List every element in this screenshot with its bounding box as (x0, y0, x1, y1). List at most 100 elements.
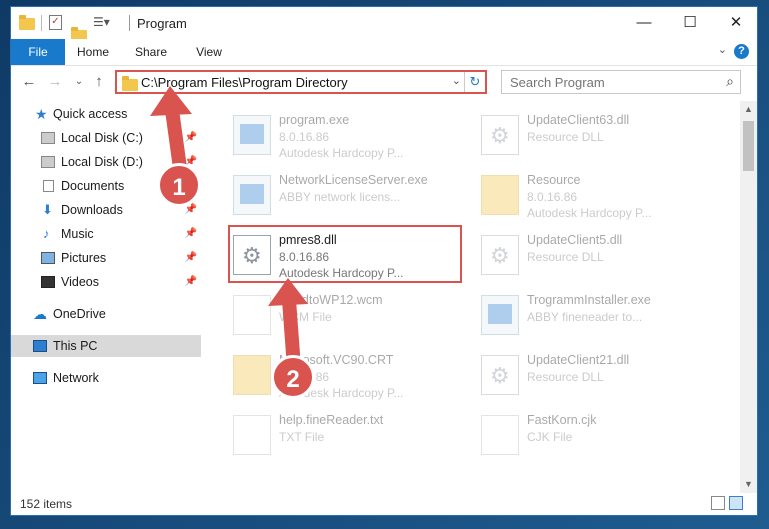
scroll-down-icon[interactable]: ▼ (740, 476, 757, 493)
file-item[interactable]: program.exe 8.0.16.86 Autodesk Hardcopy … (227, 109, 467, 165)
navigation-bar: ← → ⌄ ↑ C:\Program Files\Program Directo… (11, 66, 757, 100)
status-bar: 152 items (11, 493, 757, 515)
up-icon[interactable]: ↑ (89, 72, 109, 92)
file-detail: Resource DLL (527, 250, 604, 264)
scrollbar-thumb[interactable] (743, 121, 754, 171)
this-pc-icon (33, 340, 47, 352)
file-name: Resource (527, 173, 581, 187)
exe-icon (233, 115, 271, 155)
sidebar-item-label: Network (53, 371, 99, 385)
sidebar-item-network[interactable]: Network (11, 367, 201, 389)
address-bar[interactable]: C:\Program Files\Program Directory ⌄ ↻ (115, 70, 487, 94)
sidebar-item-pictures[interactable]: Pictures 📌 (11, 247, 201, 269)
step-badge-1: 1 (157, 163, 201, 207)
music-icon: ♪ (43, 226, 50, 241)
sidebar-item-videos[interactable]: Videos 📌 (11, 271, 201, 293)
pin-icon: 📌 (184, 252, 197, 263)
exe-icon (481, 295, 519, 335)
sidebar-item-label: Music (61, 227, 94, 241)
scroll-up-icon[interactable]: ▲ (740, 101, 757, 118)
file-detail: ABBY network licens... (279, 190, 401, 204)
file-highlight-box (228, 225, 462, 283)
sidebar-item-local-disk-c[interactable]: Local Disk (C:) 📌 (11, 127, 201, 149)
file-detail: 8.0.16.86 (279, 130, 330, 144)
pin-icon: 📌 (184, 228, 197, 239)
forward-icon[interactable]: → (45, 72, 65, 92)
ribbon: File Home Share View ⌄ ? (11, 39, 757, 66)
sidebar-item-label: This PC (53, 339, 98, 353)
tab-view[interactable]: View (189, 39, 229, 65)
recent-locations-icon[interactable]: ⌄ (69, 72, 89, 92)
star-icon: ★ (35, 106, 48, 122)
exe-icon (233, 175, 271, 215)
tiles-view-icon[interactable] (729, 496, 743, 510)
file-name: help.fineReader.txt (279, 413, 384, 427)
file-item[interactable]: FastKorn.cjk CJK File (475, 409, 715, 465)
file-item[interactable]: UpdateClient63.dll Resource DLL (475, 109, 715, 165)
folder-icon (122, 76, 138, 91)
chevron-down-icon[interactable]: ⌄ (452, 74, 461, 87)
file-item[interactable]: UpdateClient21.dll Resource DLL (475, 349, 715, 405)
file-item[interactable]: ReadtoWP12.wcm WCM File (227, 289, 467, 345)
sidebar-item-label: Local Disk (C:) (61, 131, 143, 145)
file-item[interactable]: Resource 8.0.16.86 Autodesk Hardcopy P..… (475, 169, 715, 225)
maximize-button[interactable]: ☐ (667, 7, 713, 39)
customize-quick-access-icon[interactable]: ☰▾ (93, 15, 110, 29)
sidebar-item-music[interactable]: ♪ Music 📌 (11, 223, 201, 245)
file-name: ReadtoWP12.wcm (279, 293, 383, 307)
sidebar-item-this-pc[interactable]: This PC (11, 335, 201, 357)
title-bar: ✓ ☰▾ Program — ☐ ✕ (11, 7, 757, 42)
file-name: UpdateClient21.dll (527, 353, 630, 367)
document-icon (233, 295, 271, 335)
help-icon[interactable]: ? (734, 44, 749, 59)
sidebar-item-label: Local Disk (D:) (61, 155, 143, 169)
dll-icon (481, 115, 519, 155)
file-name: NetworkLicenseServer.exe (279, 173, 428, 187)
navigation-pane: ★ Quick access Local Disk (C:) 📌 Local D… (11, 101, 201, 493)
window-title: Program (137, 16, 187, 31)
close-button[interactable]: ✕ (713, 7, 757, 39)
file-detail: Autodesk Hardcopy P... (279, 146, 404, 160)
vertical-scrollbar[interactable]: ▲ ▼ (740, 101, 757, 493)
back-icon[interactable]: ← (19, 72, 39, 92)
expand-ribbon-icon[interactable]: ⌄ (718, 43, 727, 56)
file-detail: CJK File (527, 430, 573, 444)
disk-icon (41, 156, 55, 168)
file-name: UpdateClient63.dll (527, 113, 630, 127)
sidebar-item-quick-access[interactable]: ★ Quick access (11, 103, 201, 125)
search-input[interactable] (508, 74, 712, 91)
refresh-icon[interactable]: ↻ (464, 72, 485, 92)
file-detail: ABBY fineneader to... (527, 310, 643, 324)
document-icon (481, 415, 519, 455)
download-icon: ⬇ (42, 202, 53, 217)
file-detail: Autodesk Hardcopy P... (527, 206, 652, 220)
videos-icon (41, 276, 55, 288)
tab-share[interactable]: Share (131, 39, 171, 65)
tab-home[interactable]: Home (73, 39, 113, 65)
file-item[interactable]: TrogrammInstaller.exe ABBY fineneader to… (475, 289, 715, 345)
folder-icon (481, 175, 519, 215)
disk-icon (41, 132, 55, 144)
file-detail: Resource DLL (527, 370, 604, 384)
file-list: program.exe 8.0.16.86 Autodesk Hardcopy … (223, 101, 740, 493)
file-item[interactable]: NetworkLicenseServer.exe ABBY network li… (227, 169, 467, 225)
dll-icon (481, 355, 519, 395)
file-item[interactable]: UpdateClient5.dll Resource DLL (475, 229, 715, 285)
minimize-button[interactable]: — (621, 7, 667, 39)
sidebar-item-label: Quick access (53, 107, 128, 121)
details-view-icon[interactable] (711, 496, 725, 510)
file-item[interactable]: help.fineReader.txt TXT File (227, 409, 467, 465)
step-badge-2: 2 (271, 355, 315, 399)
documents-icon (43, 180, 54, 192)
search-icon: ⌕ (726, 73, 734, 89)
divider (41, 15, 42, 31)
sidebar-item-label: OneDrive (53, 307, 106, 321)
network-icon (33, 372, 47, 384)
file-name: TrogrammInstaller.exe (527, 293, 651, 307)
search-box[interactable]: ⌕ (501, 70, 741, 94)
file-item[interactable]: Microsoft.VC90.CRT 8.0.16.86 Autodesk Ha… (227, 349, 467, 405)
tab-file[interactable]: File (11, 39, 65, 65)
sidebar-item-onedrive[interactable]: ☁ OneDrive (11, 303, 201, 325)
file-detail: WCM File (279, 310, 332, 324)
properties-icon[interactable]: ✓ (49, 15, 62, 30)
